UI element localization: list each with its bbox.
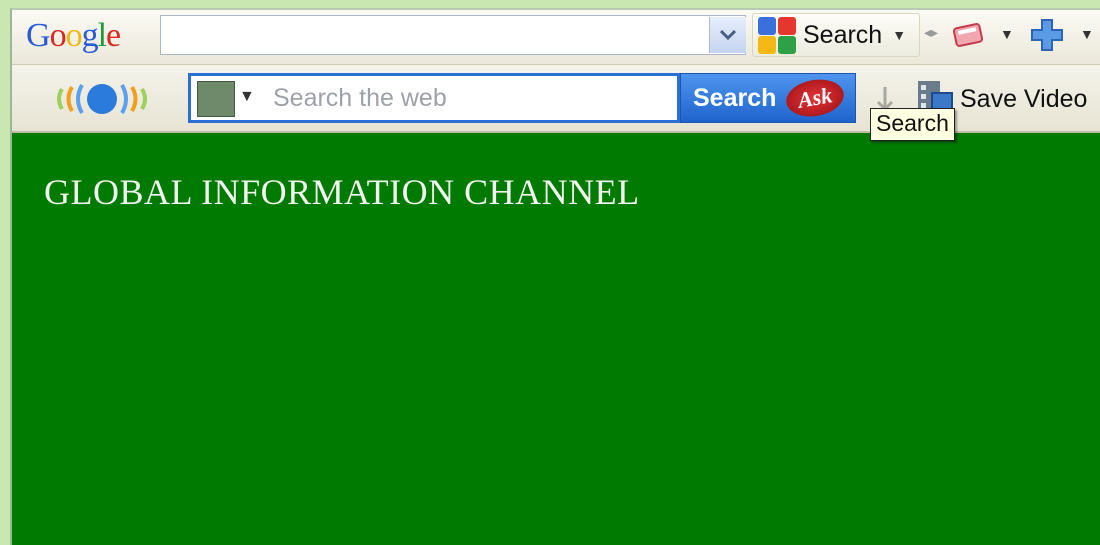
- google-logo[interactable]: Google: [26, 16, 121, 56]
- logo-letter: o: [49, 17, 67, 54]
- ask-search-label: Search: [693, 83, 777, 112]
- search-tooltip: Search: [870, 108, 955, 141]
- page-title: GLOBAL INFORMATION CHANNEL: [44, 172, 640, 212]
- ask-logo: Ask: [783, 75, 848, 121]
- logo-letter: l: [97, 17, 108, 54]
- globe-icon[interactable]: [197, 81, 235, 117]
- chevron-down-icon[interactable]: ▼: [239, 88, 255, 106]
- ask-search-button[interactable]: Search Ask: [680, 73, 856, 123]
- chevron-down-icon[interactable]: ▼: [892, 27, 906, 43]
- ask-search-box[interactable]: ▼ Search the web: [188, 73, 680, 123]
- logo-letter: G: [26, 17, 51, 54]
- google-search-input[interactable]: [160, 15, 746, 55]
- google-g-icon: [757, 15, 797, 55]
- add-plus-icon[interactable]: [1030, 18, 1064, 52]
- google-search-label: Search: [803, 20, 883, 49]
- google-toolbar: Google Search ▼ ◂▸ ▼ ▼: [12, 10, 1100, 65]
- broadcast-logo-icon[interactable]: [46, 77, 158, 121]
- logo-letter: g: [81, 17, 99, 54]
- browser-window: Google Search ▼ ◂▸ ▼ ▼ ▼ Search the web …: [10, 8, 1100, 545]
- google-search-button[interactable]: Search ▼: [752, 13, 920, 57]
- bookmarks-icon[interactable]: [952, 20, 986, 50]
- save-video-button[interactable]: Save Video: [960, 85, 1087, 114]
- chevron-down-icon[interactable]: ▼: [1080, 26, 1094, 42]
- page-content: GLOBAL INFORMATION CHANNEL: [12, 133, 1100, 545]
- logo-letter: o: [65, 17, 83, 54]
- search-dropdown-icon[interactable]: [709, 17, 746, 53]
- ask-search-placeholder[interactable]: Search the web: [273, 84, 447, 113]
- logo-letter: e: [106, 17, 121, 54]
- chevron-down-icon[interactable]: ▼: [1000, 26, 1014, 42]
- arrows-icon[interactable]: ◂▸: [924, 24, 938, 41]
